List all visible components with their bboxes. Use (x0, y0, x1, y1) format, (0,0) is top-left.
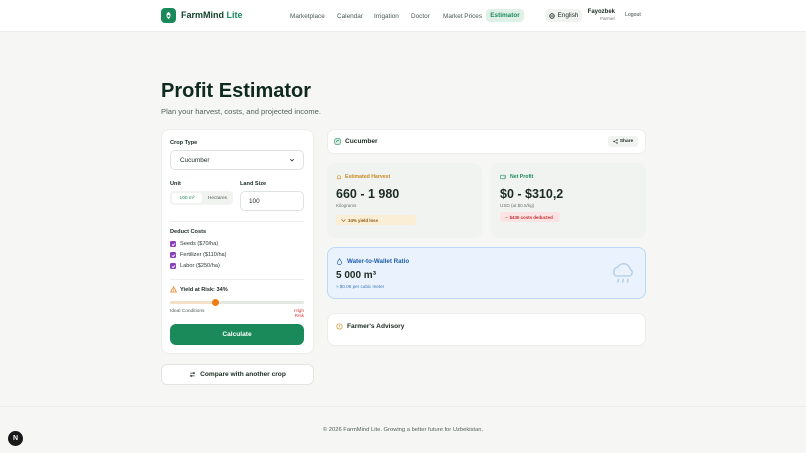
seeds-cost-label: Seeds ($70/ha) (180, 241, 219, 247)
farmers-advisory-label: Farmer's Advisory (347, 323, 405, 330)
chevron-down-icon (289, 158, 295, 162)
crop-type-label: Crop Type (170, 140, 198, 146)
seeds-checkbox[interactable] (170, 241, 176, 247)
top-navbar (0, 0, 806, 32)
assistant-button[interactable]: N (8, 431, 23, 446)
yield-risk-label: Yield at Risk: 34% (180, 287, 228, 293)
deduct-costs-label: Deduct Costs (170, 229, 207, 235)
net-profit-value: $0 - $310,2 (500, 187, 564, 201)
language-label: English (557, 12, 579, 19)
harvest-icon (336, 175, 342, 180)
logout-button[interactable]: Logout (625, 12, 641, 18)
labor-cost-label: Labor ($250/ha) (180, 263, 220, 269)
calculate-button[interactable]: Calculate (170, 324, 304, 345)
fertilizer-checkbox[interactable] (170, 252, 176, 258)
yield-loss-text: 34% yield loss (348, 217, 379, 223)
lightbulb-icon (336, 323, 343, 330)
logo-name: FarmMind (181, 10, 225, 20)
minus-icon: − (505, 214, 508, 220)
fertilizer-cost-label: Fertilizer ($110/ha) (180, 252, 227, 258)
globe-icon (548, 12, 555, 19)
estimated-harvest-value: 660 - 1 980 (336, 187, 400, 201)
water-wallet-value: 5 000 m³ (336, 270, 377, 281)
yield-risk-slider-fill (170, 301, 216, 304)
page-title: Profit Estimator (161, 80, 312, 102)
ideal-conditions-label: Ideal Conditions (170, 309, 205, 314)
water-wallet-label: Water-to-Wallet Ratio (347, 258, 410, 265)
check-icon (171, 242, 175, 246)
nav-calendar[interactable]: Calendar (337, 9, 363, 23)
estimated-harvest-label: Estimated Harvest (345, 174, 391, 180)
crop-type-value: Cucumber (180, 156, 210, 164)
share-icon (613, 139, 618, 144)
share-label: Share (619, 139, 634, 144)
yield-risk-slider-thumb[interactable] (212, 299, 220, 306)
language-switcher[interactable]: English (545, 9, 582, 22)
estimated-harvest-unit: Kilograms (336, 203, 357, 208)
check-icon (171, 253, 175, 257)
water-drop-icon (337, 258, 342, 265)
crop-icon (334, 138, 341, 145)
nav-estimator[interactable]: Estimator (486, 9, 524, 22)
land-size-label: Land Size (240, 181, 267, 187)
swap-icon (190, 371, 196, 378)
unit-label: Unit (170, 181, 181, 187)
result-crop-name: Cucumber (345, 138, 378, 145)
logo-suffix: Lite (226, 10, 243, 20)
nav-irrigation[interactable]: Irrigation (374, 9, 399, 23)
compare-crop-label: Compare with another crop (200, 371, 286, 378)
unit-option-hectares[interactable]: Hectares (203, 193, 232, 203)
high-risk-label: High Risk (294, 309, 304, 319)
trend-down-icon (341, 218, 346, 222)
net-profit-unit: USD (at $0.5/kg) (500, 203, 535, 208)
user-name: Fayozbek (587, 9, 615, 15)
user-role: Farmer (600, 16, 615, 21)
compare-crop-button[interactable]: Compare with another crop (161, 364, 314, 385)
land-size-input[interactable]: 100 (240, 191, 304, 211)
rain-cloud-icon (613, 263, 633, 283)
divider (170, 279, 304, 280)
costs-deducted-text: $430 costs deducted (509, 214, 553, 220)
nav-marketplace[interactable]: Marketplace (290, 9, 325, 23)
yield-loss-badge: 34% yield loss (336, 215, 416, 225)
net-profit-label: Net Profit (510, 174, 534, 180)
footer-text: © 2026 FarmMind Lite. Growing a better f… (322, 427, 484, 433)
warning-icon (170, 286, 177, 293)
costs-deducted-badge: − $430 costs deducted (500, 212, 560, 222)
check-icon (171, 264, 175, 268)
page-subtitle: Plan your harvest, costs, and projected … (161, 107, 321, 116)
crop-type-select[interactable]: Cucumber (170, 150, 304, 170)
footer-divider (0, 406, 806, 407)
unit-option-100m2[interactable]: 100 m² (172, 193, 202, 203)
wallet-icon (500, 174, 506, 180)
logo-icon[interactable] (161, 8, 176, 23)
divider (170, 221, 304, 222)
nav-doctor[interactable]: Doctor (411, 9, 430, 23)
share-button[interactable]: Share (608, 136, 638, 147)
labor-checkbox[interactable] (170, 263, 176, 269)
app-logo[interactable]: FarmMind Lite (181, 10, 243, 20)
water-wallet-sub: ≈ $0.06 per cubic meter (336, 284, 385, 289)
nav-market-prices[interactable]: Market Prices (443, 9, 482, 23)
